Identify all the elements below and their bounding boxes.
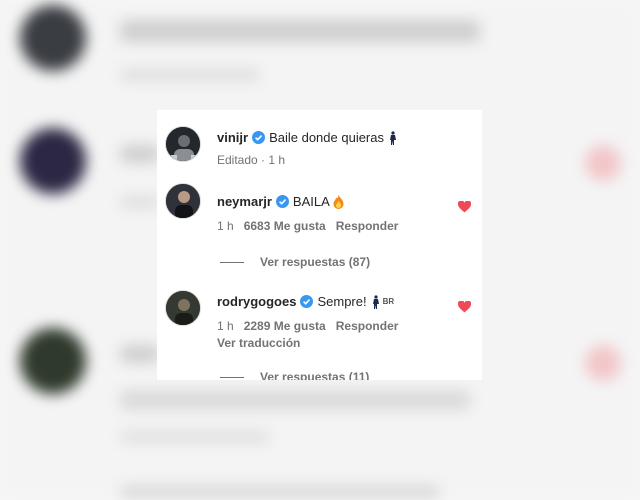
comments-card: vinijr Baile donde quieras Editado · 1 h… <box>157 110 482 380</box>
replies-divider <box>220 261 244 263</box>
flag-emoji: BR <box>382 297 395 306</box>
verified-badge-icon <box>300 295 314 308</box>
blurred-text <box>120 195 160 209</box>
dancer-emoji-icon <box>372 294 379 309</box>
avatar-image <box>166 291 200 325</box>
reply-button[interactable]: Responder <box>336 219 399 233</box>
comment-time: 1 h <box>217 319 234 333</box>
comment-meta: 1 h 2289 Me gusta Responder <box>217 319 398 333</box>
blurred-text <box>120 68 260 82</box>
blurred-text <box>120 20 480 42</box>
blurred-avatar <box>20 5 86 71</box>
verified-badge-icon <box>252 131 266 144</box>
reply-button[interactable]: Responder <box>336 319 399 333</box>
verified-badge-icon <box>275 195 289 208</box>
blurred-text <box>120 485 440 499</box>
avatar-image <box>166 184 200 218</box>
blurred-avatar <box>20 328 86 394</box>
post-author-username[interactable]: vinijr <box>217 130 248 145</box>
avatar[interactable] <box>165 126 201 162</box>
comment-likes[interactable]: 6683 Me gusta <box>244 219 326 233</box>
blurred-avatar <box>20 128 86 194</box>
avatar[interactable] <box>165 183 201 219</box>
post-caption: Baile donde quieras <box>269 130 384 145</box>
comment-text: Sempre! <box>317 294 367 309</box>
comment-line: neymarjr BAILA <box>217 194 344 209</box>
dancer-emoji-icon <box>390 130 396 145</box>
comment-time: 1 h <box>217 219 234 233</box>
comment-meta: 1 h 6683 Me gusta Responder <box>217 219 398 233</box>
post-meta: Editado · 1 h <box>217 153 286 167</box>
blurred-text <box>120 390 470 410</box>
caption-line: vinijr Baile donde quieras <box>217 130 398 145</box>
comment-likes[interactable]: 2289 Me gusta <box>244 319 326 333</box>
view-replies-button[interactable]: Ver respuestas (87) <box>220 255 370 269</box>
see-translation-button[interactable]: Ver traducción <box>217 336 300 350</box>
blurred-text <box>120 430 270 444</box>
comment-line: rodrygogoes Sempre! BR <box>217 294 394 309</box>
view-replies-label: Ver respuestas (87) <box>260 255 371 269</box>
heart-icon[interactable] <box>458 301 471 313</box>
blurred-heart <box>585 145 621 181</box>
comment-username[interactable]: rodrygogoes <box>217 294 296 309</box>
heart-icon[interactable] <box>458 201 471 213</box>
avatar-image <box>166 127 200 161</box>
comment-text: BAILA <box>292 194 330 209</box>
blurred-text <box>120 145 160 163</box>
fire-emoji-icon <box>333 194 344 209</box>
replies-divider <box>220 376 244 378</box>
view-replies-label: Ver respuestas (11) <box>260 370 370 380</box>
blurred-text <box>120 345 160 363</box>
comment-username[interactable]: neymarjr <box>217 194 272 209</box>
avatar[interactable] <box>165 290 201 326</box>
view-replies-button[interactable]: Ver respuestas (11) <box>220 370 369 380</box>
blurred-heart <box>585 345 621 381</box>
